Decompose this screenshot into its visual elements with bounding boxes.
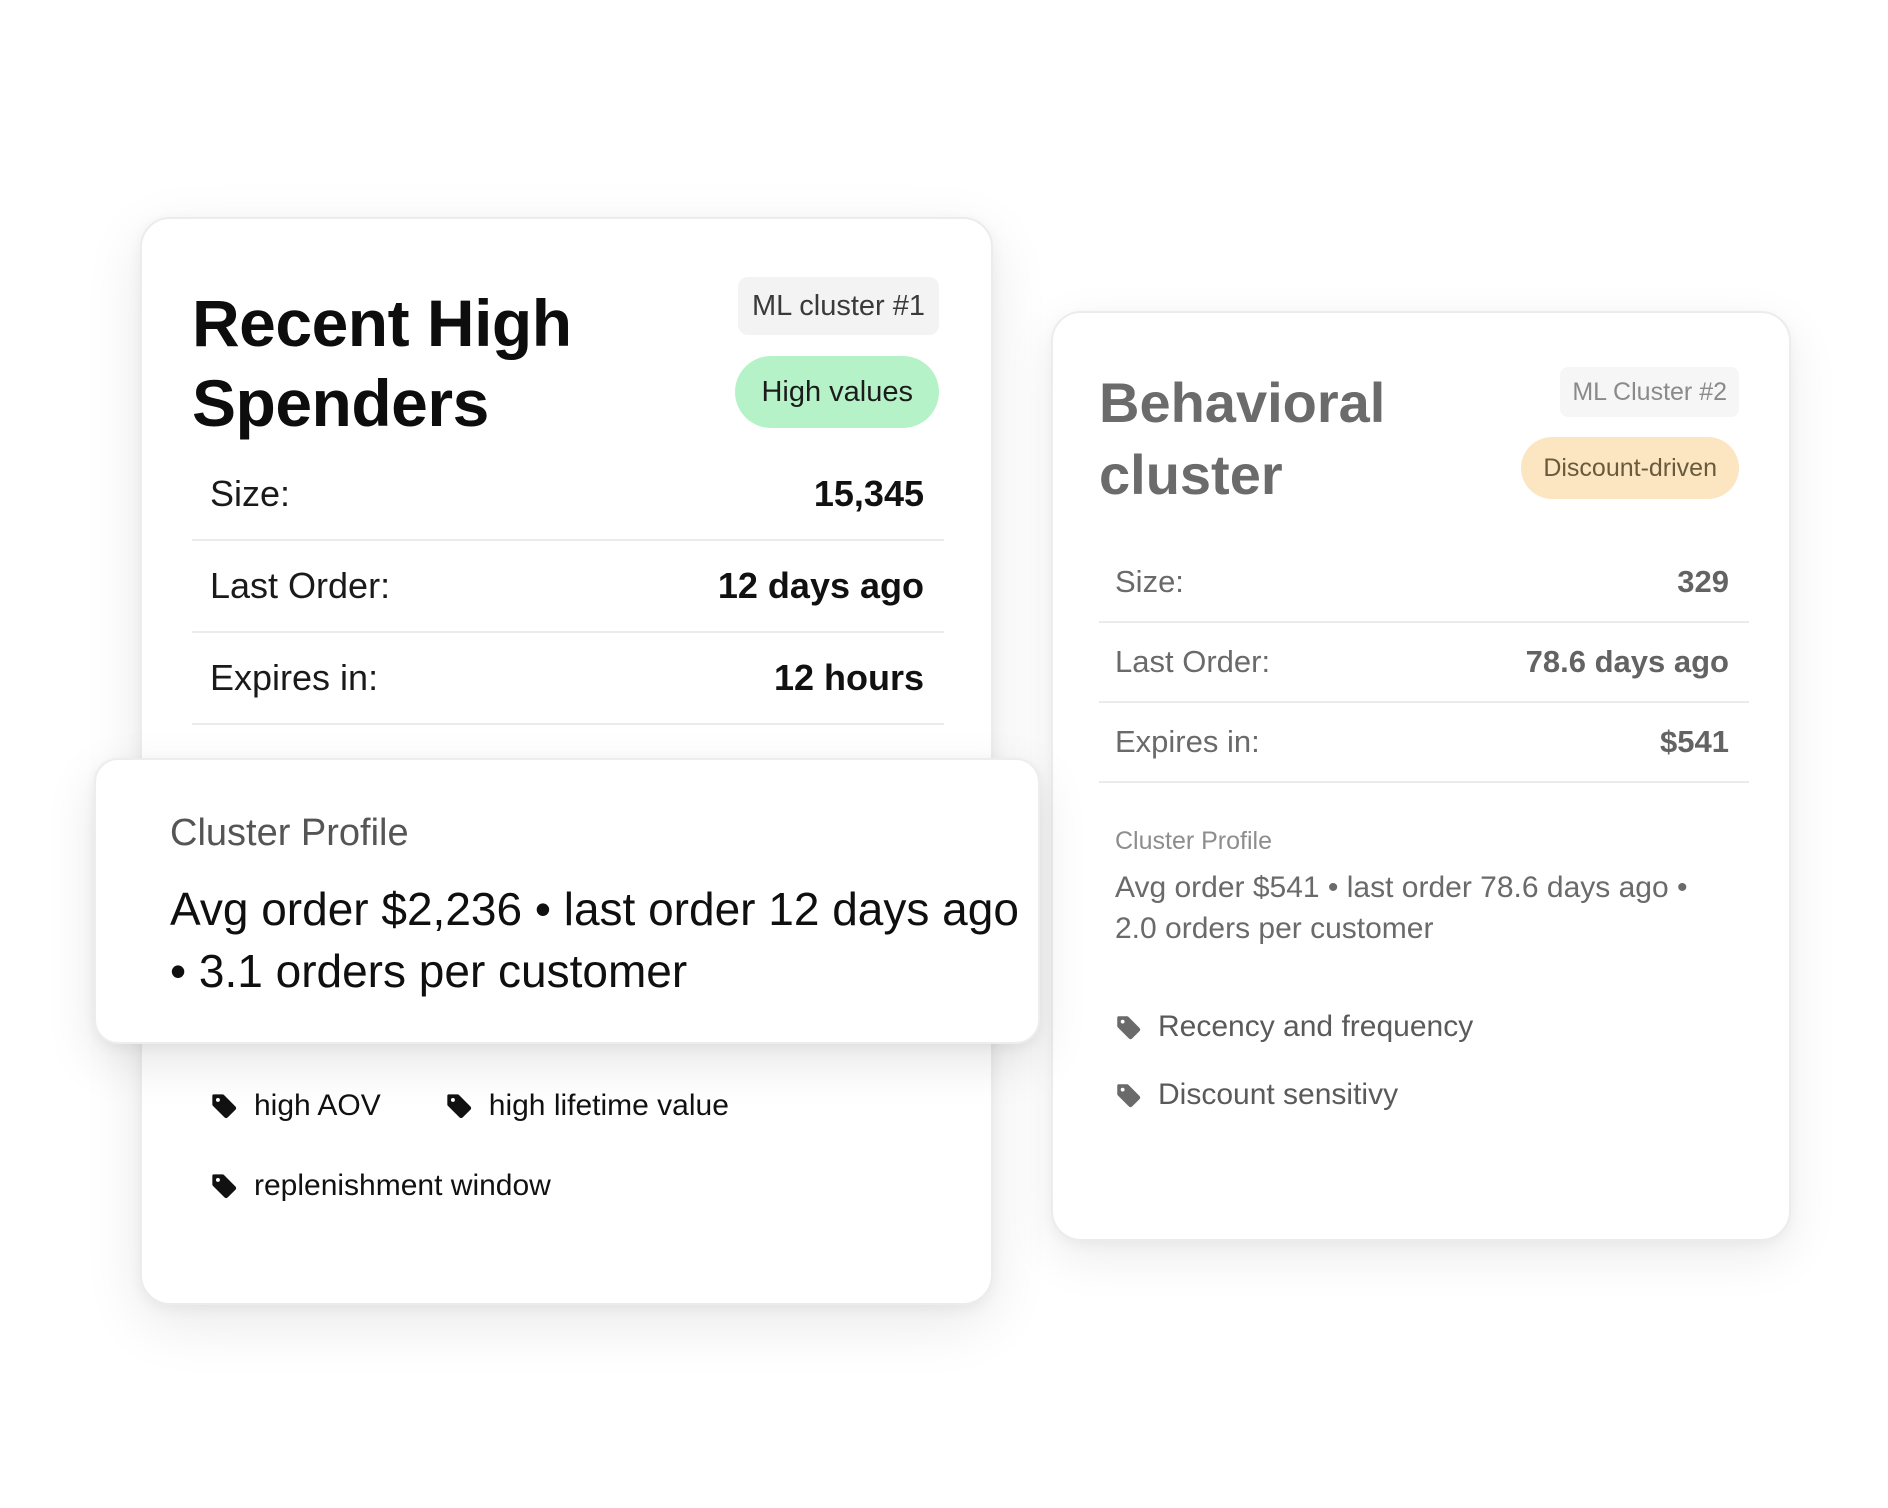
ml-cluster-badge: ML Cluster #2	[1560, 367, 1739, 417]
stat-value: 78.6 days ago	[1525, 644, 1729, 679]
tag-icon	[1117, 1015, 1141, 1039]
tag-item[interactable]: Recency and frequency	[1115, 1010, 1473, 1044]
tag-icon	[212, 1174, 237, 1199]
stat-value: 329	[1677, 564, 1729, 599]
stat-value: 15,345	[813, 473, 924, 514]
cluster-tags: high AOV high lifetime value replenishme…	[210, 1084, 930, 1244]
tag-icon	[212, 1094, 237, 1119]
cluster-card-behavioral[interactable]: Behavioral cluster ML Cluster #2 Discoun…	[1051, 311, 1791, 1241]
stat-value: 12 hours	[773, 657, 924, 698]
stat-label: Last Order:	[210, 565, 391, 606]
tag-label: Recency and frequency	[1158, 1010, 1474, 1043]
stat-label: Last Order:	[1115, 644, 1271, 679]
stat-label: Size:	[210, 473, 291, 514]
tag-label: high AOV	[254, 1089, 381, 1122]
cluster-title: Recent High Spenders	[192, 286, 572, 440]
discount-driven-badge: Discount-driven	[1521, 437, 1739, 499]
tag-item[interactable]: high AOV	[210, 1089, 381, 1123]
cluster-profile-text: Avg order $541 • last order 78.6 days ag…	[1115, 871, 1688, 945]
cluster-stats: Size: 329 Last Order: 78.6 days ago Expi…	[1099, 543, 1749, 783]
cluster-profile-panel: Cluster Profile Avg order $2,236 • last …	[94, 758, 1040, 1044]
stat-label: Expires in:	[1115, 724, 1260, 759]
stat-row-expires: Expires in: $541	[1099, 703, 1749, 783]
cluster-stats: Size: 15,345 Last Order: 12 days ago Exp…	[192, 449, 944, 725]
stat-row-size: Size: 15,345	[192, 449, 944, 541]
tag-label: Discount sensitivy	[1158, 1078, 1399, 1111]
stat-value: $541	[1660, 724, 1729, 759]
stat-value: 12 days ago	[717, 565, 924, 606]
stat-row-last-order: Last Order: 78.6 days ago	[1099, 623, 1749, 703]
tag-icon	[1117, 1083, 1141, 1107]
tag-item[interactable]: Discount sensitivy	[1115, 1078, 1398, 1112]
cluster-profile-label: Cluster Profile	[170, 812, 409, 854]
cluster-profile-text: Avg order $2,236 • last order 12 days ag…	[170, 883, 1019, 997]
tag-label: high lifetime value	[488, 1089, 729, 1122]
tag-label: replenishment window	[254, 1169, 551, 1202]
cluster-title: Behavioral cluster	[1099, 371, 1386, 506]
stat-row-last-order: Last Order: 12 days ago	[192, 541, 944, 633]
cluster-tags: Recency and frequency Discount sensitivy	[1115, 1005, 1735, 1141]
tag-icon	[447, 1094, 471, 1119]
stat-label: Expires in:	[210, 657, 379, 698]
stat-row-size: Size: 329	[1099, 543, 1749, 623]
high-values-badge: High values	[735, 356, 939, 428]
stat-row-expires: Expires in: 12 hours	[192, 633, 944, 725]
ml-cluster-badge: ML cluster #1	[738, 277, 939, 335]
tag-item[interactable]: replenishment window	[210, 1169, 551, 1203]
cluster-profile-label: Cluster Profile	[1115, 827, 1272, 855]
stat-label: Size:	[1115, 564, 1184, 599]
tag-item[interactable]: high lifetime value	[445, 1089, 729, 1123]
